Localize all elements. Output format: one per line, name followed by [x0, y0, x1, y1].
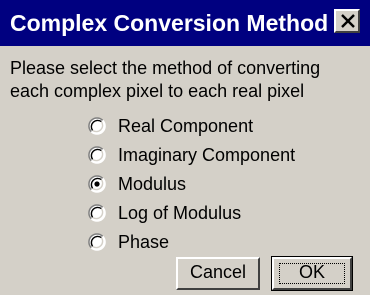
option-label: Imaginary Component	[118, 144, 296, 165]
radio-button-icon[interactable]	[88, 232, 106, 251]
option-label: Modulus	[118, 173, 187, 194]
radio-button-selected-icon[interactable]	[88, 174, 106, 193]
radio-button-icon[interactable]	[88, 145, 106, 164]
radio-button-icon[interactable]	[88, 116, 106, 135]
close-button[interactable]	[334, 9, 360, 33]
option-phase[interactable]: Phase	[88, 227, 295, 256]
prompt-line-2: each complex pixel to each real pixel	[10, 81, 305, 101]
prompt-line-1: Please select the method of converting	[10, 58, 321, 78]
method-options: Real Component Imaginary Component Modul…	[88, 111, 295, 256]
title-bar[interactable]: Complex Conversion Method	[0, 0, 370, 46]
option-label: Log of Modulus	[118, 202, 242, 223]
option-label: Real Component	[118, 115, 254, 136]
option-modulus[interactable]: Modulus	[88, 169, 295, 198]
option-real-component[interactable]: Real Component	[88, 111, 295, 140]
conversion-dialog: Complex Conversion Method Please select …	[0, 0, 370, 295]
cancel-button[interactable]: Cancel	[176, 257, 260, 290]
dialog-title: Complex Conversion Method	[10, 10, 329, 36]
ok-button-label: OK	[298, 262, 325, 282]
close-icon	[341, 14, 355, 28]
radio-button-icon[interactable]	[88, 203, 106, 222]
option-label: Phase	[118, 231, 170, 252]
option-log-of-modulus[interactable]: Log of Modulus	[88, 198, 295, 227]
prompt-text: Please select the method of converting e…	[10, 57, 360, 103]
option-imaginary-component[interactable]: Imaginary Component	[88, 140, 295, 169]
ok-button[interactable]: OK	[271, 256, 353, 291]
